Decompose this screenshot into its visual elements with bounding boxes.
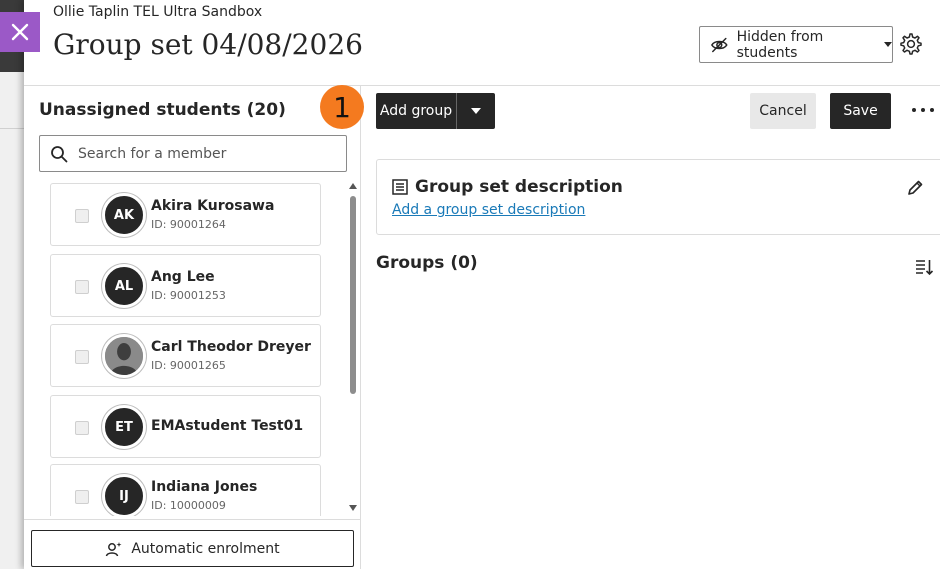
groups-title: Groups (0): [376, 253, 478, 273]
avatar: IJ: [102, 474, 146, 516]
add-description-link[interactable]: Add a group set description: [392, 202, 585, 218]
student-name: EMAstudent Test01: [151, 418, 304, 434]
student-id: ID: 10000009: [151, 499, 226, 512]
avatar: AK: [102, 193, 146, 237]
close-button[interactable]: [0, 12, 40, 52]
student-card[interactable]: ET EMAstudent Test01: [50, 395, 321, 458]
more-options-icon[interactable]: [912, 100, 934, 120]
student-checkbox[interactable]: [75, 490, 89, 504]
pencil-icon[interactable]: [906, 179, 924, 197]
automatic-enrolment-button[interactable]: Automatic enrolment: [31, 530, 354, 567]
auto-enrol-icon: [106, 541, 122, 556]
student-id: ID: 90001253: [151, 289, 226, 302]
default-avatar-icon: [105, 337, 143, 375]
student-name: Akira Kurosawa: [151, 198, 275, 214]
visibility-dropdown[interactable]: Hidden from students: [699, 26, 893, 63]
student-checkbox[interactable]: [75, 421, 89, 435]
background-page: [0, 0, 24, 569]
description-icon: [392, 179, 408, 195]
course-title: Ollie Taplin TEL Ultra Sandbox: [53, 4, 263, 20]
close-icon: [11, 23, 29, 41]
sort-icon[interactable]: [914, 257, 934, 277]
search-placeholder: Search for a member: [78, 145, 227, 162]
add-group-button[interactable]: Add group: [376, 93, 495, 129]
avatar: [102, 334, 146, 378]
search-input[interactable]: Search for a member: [39, 135, 347, 172]
automatic-enrolment-label: Automatic enrolment: [131, 540, 280, 557]
student-list: AK Akira Kurosawa ID: 90001264 AL Ang Le…: [24, 176, 361, 516]
student-name: Carl Theodor Dreyer: [151, 339, 311, 355]
scroll-up-arrow[interactable]: [349, 183, 357, 189]
step-badge: 1: [320, 85, 364, 129]
save-button[interactable]: Save: [830, 93, 891, 129]
visibility-label: Hidden from students: [736, 28, 824, 61]
student-name: Ang Lee: [151, 269, 215, 285]
student-checkbox[interactable]: [75, 350, 89, 364]
add-group-dropdown[interactable]: [457, 93, 495, 129]
add-group-label[interactable]: Add group: [376, 93, 457, 129]
caret-down-icon: [471, 108, 481, 114]
scrollbar-thumb[interactable]: [350, 196, 356, 394]
student-card[interactable]: Carl Theodor Dreyer ID: 90001265: [50, 324, 321, 387]
student-id: ID: 90001264: [151, 218, 226, 231]
student-id: ID: 90001265: [151, 359, 226, 372]
description-card: Group set description Add a group set de…: [376, 159, 940, 235]
page-title: Group set 04/08/2026: [53, 28, 363, 61]
unassigned-title: Unassigned students (20): [39, 100, 286, 120]
gear-icon[interactable]: [898, 32, 922, 56]
student-name: Indiana Jones: [151, 479, 258, 495]
search-icon: [51, 145, 68, 162]
cancel-button[interactable]: Cancel: [750, 93, 816, 129]
student-checkbox[interactable]: [75, 280, 89, 294]
list-divider: [24, 519, 361, 520]
student-card[interactable]: IJ Indiana Jones ID: 10000009: [50, 464, 321, 516]
scroll-down-arrow[interactable]: [349, 505, 357, 511]
background-divider: [0, 128, 24, 129]
student-card[interactable]: AK Akira Kurosawa ID: 90001264: [50, 183, 321, 246]
student-checkbox[interactable]: [75, 209, 89, 223]
eye-slash-icon: [710, 37, 728, 52]
description-title: Group set description: [415, 177, 623, 197]
avatar: AL: [102, 264, 146, 308]
chevron-down-icon: [884, 42, 892, 47]
avatar: ET: [102, 405, 146, 449]
student-card[interactable]: AL Ang Lee ID: 90001253: [50, 254, 321, 317]
